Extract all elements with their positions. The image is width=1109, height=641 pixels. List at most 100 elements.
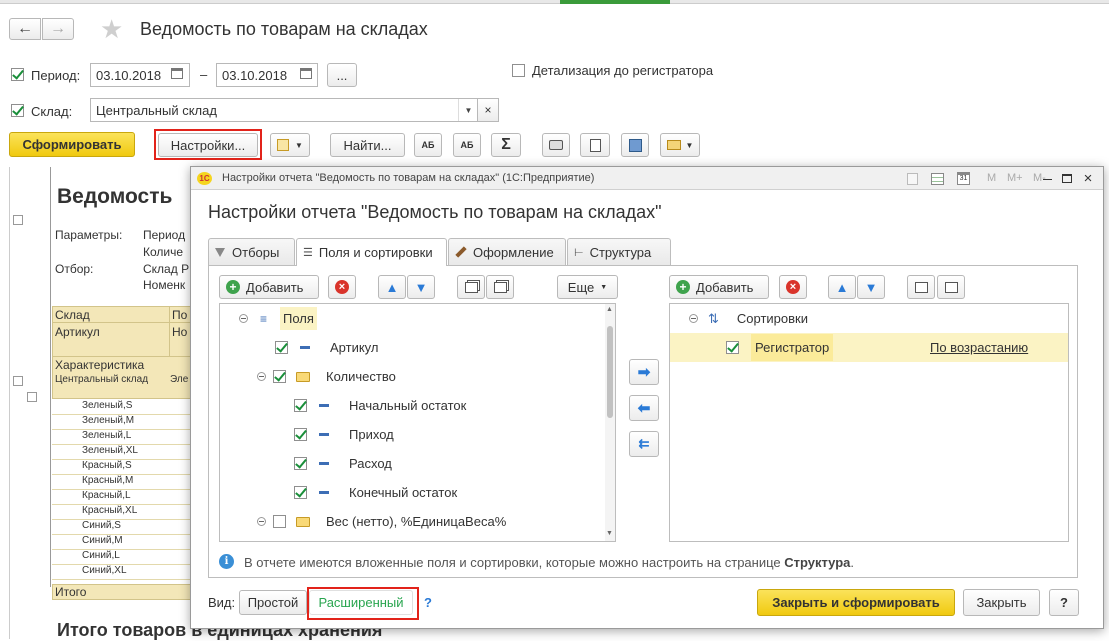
transfer-left-button[interactable]: ⬅ xyxy=(629,395,659,421)
preview-icon xyxy=(589,138,601,152)
tree-root-sorting[interactable]: ⇅ Сортировки xyxy=(670,304,1068,333)
field-checkbox[interactable] xyxy=(275,341,288,354)
sort-check-all-button[interactable] xyxy=(907,275,935,299)
sort-move-down-button[interactable]: ▼ xyxy=(857,275,885,299)
memory-plus-button[interactable]: M+ xyxy=(1007,172,1023,184)
generate-label: Сформировать xyxy=(22,137,122,152)
back-button[interactable]: ← xyxy=(9,18,41,40)
search-next-button[interactable]: АБ xyxy=(453,133,481,157)
calendar-icon[interactable] xyxy=(171,68,183,79)
arrow-up-icon: ▲ xyxy=(835,279,849,295)
field-checkbox[interactable] xyxy=(294,486,307,499)
transfer-all-left-button[interactable]: ⇇ xyxy=(629,431,659,457)
settings-button[interactable]: Настройки... xyxy=(158,133,258,157)
collapse-icon[interactable] xyxy=(257,517,266,526)
send-button[interactable]: ▼ xyxy=(660,133,700,157)
scroll-down-icon[interactable]: ▼ xyxy=(606,530,613,537)
group-minus-icon[interactable] xyxy=(13,376,23,386)
sort-order-link[interactable]: По возрастанию xyxy=(930,340,1028,355)
sort-move-up-button[interactable]: ▲ xyxy=(828,275,856,299)
period-select-button[interactable]: ... xyxy=(327,63,357,87)
close-and-generate-button[interactable]: Закрыть и сформировать xyxy=(757,589,955,616)
field-checkbox[interactable] xyxy=(273,370,286,383)
collapse-icon[interactable] xyxy=(689,314,698,323)
page-title: Ведомость по товарам на складах xyxy=(140,19,428,39)
generate-button[interactable]: Сформировать xyxy=(9,132,135,157)
titlebar-table-icon[interactable] xyxy=(931,173,944,185)
save-button[interactable] xyxy=(621,133,649,157)
field-checkbox[interactable] xyxy=(294,457,307,470)
uncheck-all-button[interactable] xyxy=(486,275,514,299)
close-icon[interactable]: × xyxy=(1080,170,1096,187)
move-down-button[interactable]: ▼ xyxy=(407,275,435,299)
scroll-thumb[interactable] xyxy=(607,326,613,418)
calendar-icon[interactable] xyxy=(300,68,312,79)
transfer-right-button[interactable]: ➡ xyxy=(629,359,659,385)
sum-button[interactable]: Σ xyxy=(491,133,521,157)
filter-icon xyxy=(215,247,225,257)
tree-item[interactable]: Конечный остаток xyxy=(220,478,600,507)
view-simple-button[interactable]: Простой xyxy=(239,590,307,615)
sort-item[interactable]: Регистратор По возрастанию xyxy=(670,333,1068,362)
close-button[interactable]: Закрыть xyxy=(963,589,1040,616)
tab-fields-sorting[interactable]: ☰ Поля и сортировки xyxy=(296,238,447,266)
detail-checkbox[interactable] xyxy=(512,64,525,77)
titlebar-doc-icon[interactable] xyxy=(907,173,918,185)
memory-m-button[interactable]: M xyxy=(987,172,996,184)
forward-button[interactable]: → xyxy=(42,18,74,40)
preview-button[interactable] xyxy=(580,133,610,157)
ellipsis-label: ... xyxy=(336,67,348,83)
tree-item[interactable]: Начальный остаток xyxy=(220,391,600,420)
field-checkbox[interactable] xyxy=(294,399,307,412)
variant-button[interactable]: ▼ xyxy=(270,133,310,157)
tree-item[interactable]: Приход xyxy=(220,420,600,449)
group-minus-icon[interactable] xyxy=(13,215,23,225)
warehouse-checkbox[interactable] xyxy=(11,104,24,117)
view-extended-button[interactable]: Расширенный xyxy=(309,590,413,615)
sort-uncheck-all-button[interactable] xyxy=(937,275,965,299)
tree-item[interactable]: Вес (нетто), %ЕдиницаВеса% xyxy=(220,507,600,536)
tree-root-fields[interactable]: ≡ Поля xyxy=(220,304,600,333)
field-checkbox[interactable] xyxy=(273,515,286,528)
tree-item[interactable]: Расход xyxy=(220,449,600,478)
tab-structure[interactable]: ⊢ Структура xyxy=(567,238,671,265)
group-minus-icon[interactable] xyxy=(27,392,37,402)
more-menu-button[interactable]: Еще ▼ xyxy=(557,275,618,299)
maximize-icon[interactable] xyxy=(1062,174,1072,183)
top-tab-strip xyxy=(0,0,1109,4)
find-button[interactable]: Найти... xyxy=(330,133,405,157)
sort-checkbox[interactable] xyxy=(726,341,739,354)
favorite-star-icon[interactable]: ★ xyxy=(100,14,123,45)
clear-button[interactable]: × xyxy=(477,98,499,122)
collapse-icon[interactable] xyxy=(257,372,266,381)
print-button[interactable] xyxy=(542,133,570,157)
view-label: Вид: xyxy=(208,595,236,610)
titlebar-calendar-icon[interactable]: 31 xyxy=(957,172,970,185)
tab-filters[interactable]: Отборы xyxy=(208,238,295,265)
info-structure-link[interactable]: Структура xyxy=(784,555,850,570)
move-up-button[interactable]: ▲ xyxy=(378,275,406,299)
view-help-link[interactable]: ? xyxy=(424,595,432,610)
delete-field-button[interactable]: × xyxy=(328,275,356,299)
warehouse-field[interactable]: Центральный склад xyxy=(90,98,478,122)
printer-icon xyxy=(549,140,563,150)
sorting-tree: ⇅ Сортировки Регистратор По возрастанию xyxy=(669,303,1069,542)
tree-item[interactable]: Артикул xyxy=(220,333,600,362)
tab-appearance-label: Оформление xyxy=(473,244,554,260)
field-checkbox[interactable] xyxy=(294,428,307,441)
check-all-button[interactable] xyxy=(457,275,485,299)
collapse-icon[interactable] xyxy=(239,314,248,323)
tab-appearance[interactable]: Оформление xyxy=(448,238,566,265)
memory-minus-button[interactable]: M- xyxy=(1033,172,1046,184)
scroll-up-icon[interactable]: ▲ xyxy=(606,306,613,313)
add-field-button[interactable]: + Добавить xyxy=(219,275,319,299)
help-button[interactable]: ? xyxy=(1049,589,1079,616)
add-sort-button[interactable]: + Добавить xyxy=(669,275,769,299)
tree-item[interactable]: Количество xyxy=(220,362,600,391)
minimize-icon[interactable] xyxy=(1043,179,1052,180)
period-checkbox[interactable] xyxy=(11,68,24,81)
dropdown-chevron-icon[interactable]: ▼ xyxy=(458,99,478,121)
search-prev-button[interactable]: АБ xyxy=(414,133,442,157)
delete-sort-button[interactable]: × xyxy=(779,275,807,299)
field-label: Расход xyxy=(349,456,392,471)
